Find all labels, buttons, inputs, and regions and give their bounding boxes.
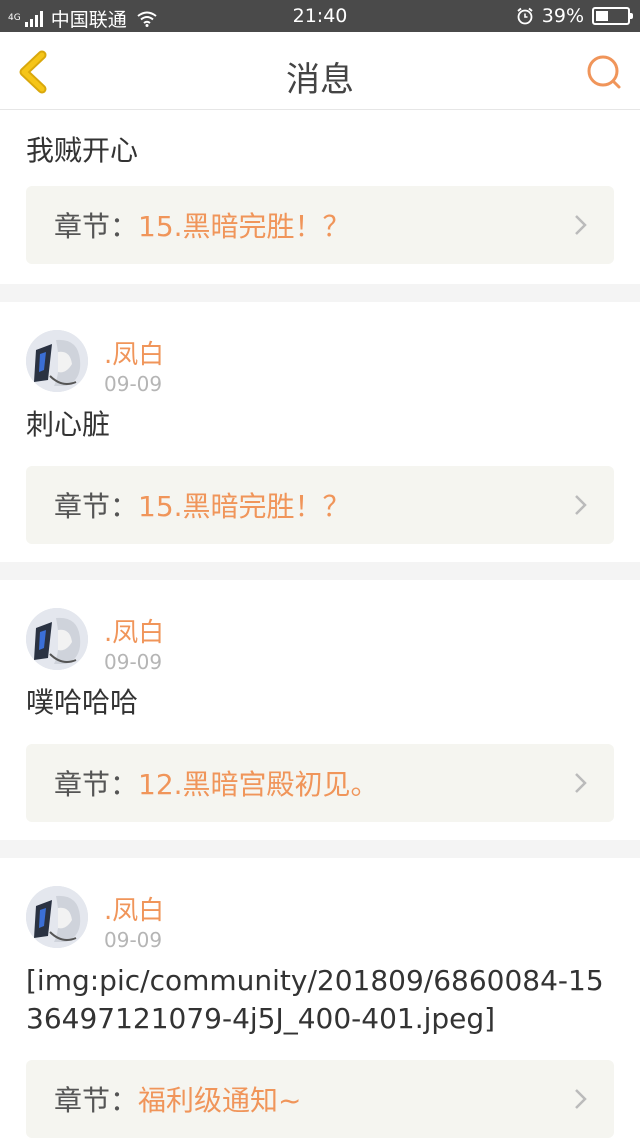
chapter-link[interactable]: 章节： 15.黑暗完胜！？ (26, 466, 614, 544)
chevron-right-icon (575, 773, 587, 793)
chapter-title: 15.黑暗完胜！？ (138, 490, 351, 523)
battery-icon (592, 7, 633, 25)
avatar[interactable] (26, 886, 88, 948)
divider (0, 840, 640, 858)
divider (0, 562, 640, 580)
username[interactable]: .凤白 (104, 334, 164, 371)
status-right: 39% (516, 5, 633, 27)
chapter-label: 章节： (54, 1084, 139, 1117)
chevron-right-icon (575, 495, 587, 515)
chapter-label: 章节： (54, 210, 139, 243)
chapter-title: 福利级通知~ (138, 1084, 302, 1117)
search-icon[interactable] (584, 52, 624, 92)
chapter-link[interactable]: 章节： 12.黑暗宫殿初见。 (26, 744, 614, 822)
chapter-title: 12.黑暗宫殿初见。 (138, 768, 379, 801)
battery-level (596, 11, 608, 21)
chapter-label: 章节： (54, 490, 139, 523)
chevron-right-icon (575, 1089, 587, 1109)
message-content: [img:pic/community/201809/6860084-153649… (26, 964, 604, 1035)
message-date: 09-09 (104, 650, 163, 674)
avatar[interactable] (26, 330, 88, 392)
message-date: 09-09 (104, 372, 163, 396)
message-header: .凤白 09-09 (26, 302, 614, 406)
message-content: 刺心脏 (26, 408, 111, 441)
message-item: .凤白 09-09 噗哈哈哈 章节： 12.黑暗宫殿初见。 (0, 580, 640, 840)
message-content: 噗哈哈哈 (26, 686, 139, 719)
message-item: 我贼开心 章节： 15.黑暗完胜！？ (0, 110, 640, 284)
message-item: .凤白 09-09 刺心脏 章节： 15.黑暗完胜！？ (0, 302, 640, 562)
chevron-right-icon (575, 215, 587, 235)
chapter-link[interactable]: 章节： 15.黑暗完胜！？ (26, 186, 614, 264)
message-header: .凤白 09-09 (26, 580, 614, 684)
message-item: .凤白 09-09 [img:pic/community/201809/6860… (0, 858, 640, 1138)
message-date: 09-09 (104, 928, 163, 952)
message-header: .凤白 09-09 (26, 858, 614, 962)
status-bar: 4G 中国联通 21:40 39% (0, 0, 640, 32)
battery-percent: 39% (541, 5, 584, 27)
message-content: 我贼开心 (26, 134, 139, 167)
divider (0, 284, 640, 302)
avatar[interactable] (26, 608, 88, 670)
alarm-icon (517, 7, 533, 25)
nav-bar: 消息 (0, 32, 640, 110)
chapter-label: 章节： (54, 768, 139, 801)
username[interactable]: .凤白 (104, 890, 164, 927)
message-list[interactable]: 我贼开心 章节： 15.黑暗完胜！？ .凤白 09-09 刺心脏 章节： 15.… (0, 110, 640, 1138)
chapter-title: 15.黑暗完胜！？ (138, 210, 351, 243)
chapter-link[interactable]: 章节： 福利级通知~ (26, 1060, 614, 1138)
username[interactable]: .凤白 (104, 612, 164, 649)
page-title: 消息 (286, 60, 354, 100)
